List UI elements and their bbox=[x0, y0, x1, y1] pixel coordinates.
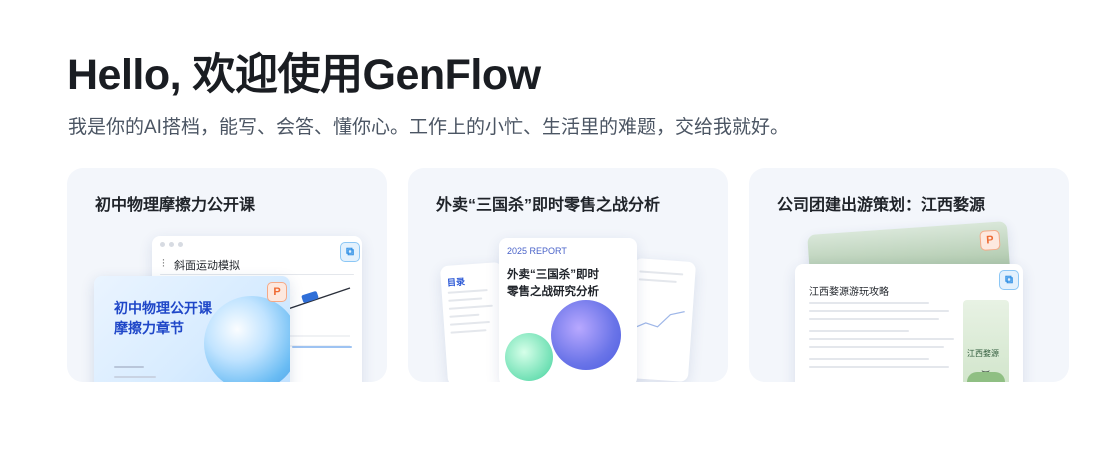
doc-title: 江西婺源游玩攻略 bbox=[809, 287, 889, 298]
card-title: 外卖“三国杀”即时零售之战分析 bbox=[436, 197, 661, 214]
green-blob-graphic bbox=[505, 333, 553, 381]
window-title: 斜面运动模拟 bbox=[174, 260, 240, 272]
poster-thumbnail: 江西婺源 ⌣ bbox=[963, 300, 1009, 382]
link-icon: ⧉ bbox=[340, 242, 360, 262]
window-dots bbox=[160, 242, 183, 247]
report-title-line1: 外卖“三国杀”即时 bbox=[507, 269, 599, 281]
card-title: 公司团建出游策划：江西婺源 bbox=[777, 197, 986, 214]
line-chart-graphic bbox=[633, 311, 685, 329]
presentation-icon: P bbox=[267, 282, 287, 302]
page-title: Hello, 欢迎使用GenFlow bbox=[67, 51, 541, 99]
report-title-line2: 零售之战研究分析 bbox=[507, 286, 599, 298]
example-card-delivery-analysis[interactable]: 外卖“三国杀”即时零售之战分析 目录 2025 REPORT 外卖“三国杀”即时… bbox=[408, 168, 728, 382]
link-icon: ⧉ bbox=[999, 270, 1019, 290]
leaf-graphic bbox=[967, 372, 1005, 382]
progress-line bbox=[292, 346, 352, 348]
report-cover-preview: 2025 REPORT 外卖“三国杀”即时 零售之战研究分析 bbox=[499, 238, 637, 382]
toc-label: 目录 bbox=[446, 276, 466, 288]
slide-cover-preview: P 初中物理公开课 摩擦力章节 bbox=[94, 276, 290, 382]
report-label: 2025 REPORT bbox=[507, 246, 567, 256]
incline-diagram bbox=[282, 287, 351, 347]
date-line bbox=[114, 376, 156, 378]
page-subtitle: 我是你的AI搭档，能写、会答、懂你心。工作上的小忙、生活里的难题，交给我就好。 bbox=[68, 117, 789, 138]
slide-title-line1: 初中物理公开课 bbox=[114, 300, 212, 316]
divider bbox=[160, 274, 354, 275]
presentation-icon: P bbox=[979, 229, 1001, 251]
slide-title-line2: 摩擦力章节 bbox=[114, 320, 184, 336]
card-title: 初中物理摩擦力公开课 bbox=[95, 197, 256, 214]
glass-sphere-graphic bbox=[204, 296, 290, 382]
travel-doc-preview: ⧉ 江西婺源游玩攻略 江西婺源 ⌣ bbox=[795, 264, 1023, 382]
sliders-icon: ⫶ bbox=[162, 258, 165, 270]
purple-blob-graphic bbox=[551, 300, 621, 370]
example-card-physics-class[interactable]: 初中物理摩擦力公开课 ⧉ ⫶ 斜面运动模拟 P 初中物理公开课 摩擦力章节 bbox=[67, 168, 387, 382]
presenter-line bbox=[114, 366, 144, 368]
poster-label: 江西婺源 bbox=[967, 349, 999, 358]
example-card-travel-plan[interactable]: 公司团建出游策划：江西婺源 P ⧉ 江西婺源游玩攻略 江西婺源 ⌣ bbox=[749, 168, 1069, 382]
